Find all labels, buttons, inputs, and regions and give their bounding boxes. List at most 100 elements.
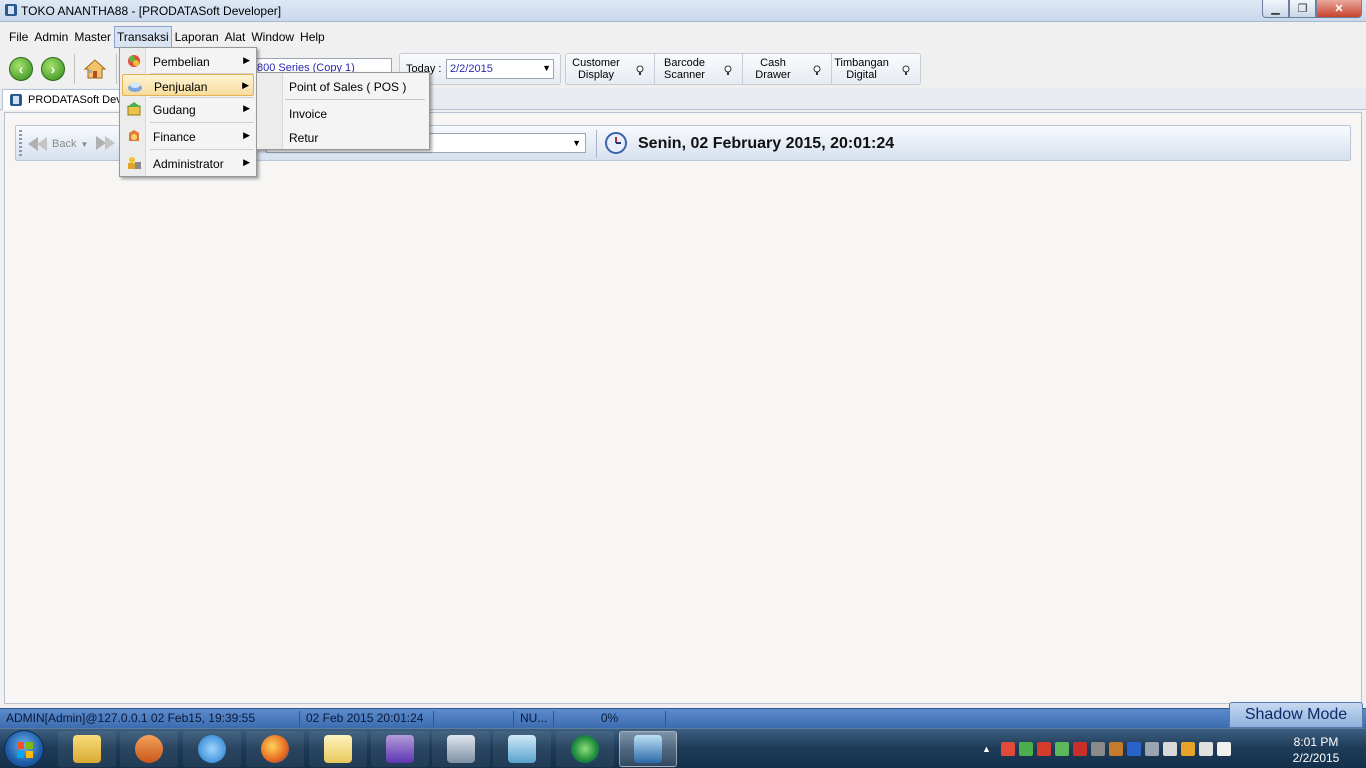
penjualan-submenu: Point of Sales ( POS ) Invoice Retur [256,72,430,150]
device-label-line1: Barcode [664,57,705,69]
menu-separator [150,149,254,150]
menu-item-retur[interactable]: Retur [259,126,427,148]
tab-prodatasoft[interactable]: PRODATASoft Dev [2,89,126,110]
tray-app-icon[interactable] [1090,742,1105,756]
taskbar-clock[interactable]: 8:01 PM 2/2/2015 [1282,734,1350,766]
chevron-down-icon[interactable]: ▼ [80,140,88,149]
editor-icon [508,735,536,763]
menu-item-penjualan[interactable]: Penjualan ▶ [122,74,254,96]
bluetooth-icon[interactable] [1126,742,1141,756]
tray-expand-icon[interactable]: ▲ [982,744,991,754]
taskbar-firefox[interactable] [246,731,304,767]
menu-item-gudang[interactable]: Gudang ▶ [122,98,254,120]
device-customer-display[interactable]: Customer Display [566,54,655,84]
status-user: ADMIN[Admin]@127.0.0.1 02 Feb15, 19:39:5… [0,711,300,727]
window-controls: ▁ ❐ ✕ [1262,0,1362,18]
tray-app-icon[interactable] [1072,742,1087,756]
submenu-arrow-icon: ▶ [243,130,250,140]
chevron-down-icon[interactable]: ▼ [542,63,551,73]
network-icon[interactable] [1180,742,1195,756]
chevron-down-icon[interactable]: ▼ [572,138,581,148]
mdi-workspace: Back ▼ ▼ Senin, 02 February 2015, 20:01:… [4,112,1362,704]
menu-item-label: Pembelian [153,55,210,69]
menu-item-label: Invoice [289,107,328,121]
bulb-icon [902,65,910,75]
tray-mail-icon[interactable] [1036,742,1051,756]
submenu-arrow-icon: ▶ [242,80,249,90]
back-button[interactable]: Back ▼ [26,134,88,154]
menu-help[interactable]: Help [297,26,328,48]
menu-item-label: Point of Sales ( POS ) [289,80,407,94]
submenu-arrow-icon: ▶ [243,157,250,167]
back-arrow-icon[interactable]: ‹ [9,57,33,81]
taskbar-editor[interactable] [493,731,551,767]
tray-app-icon[interactable] [1000,742,1015,756]
firefox-icon [261,735,289,763]
tray-app-icon[interactable] [1144,742,1159,756]
tab-label: PRODATASoft Dev [28,94,122,106]
tray-app-icon[interactable] [1216,742,1231,756]
window-title: TOKO ANANTHA88 - [PRODATASoft Developer] [21,4,282,18]
today-date-picker[interactable]: 2/2/2015 ▼ [446,59,554,79]
menu-transaksi[interactable]: Transaksi [114,26,172,48]
forward-arrow-icon[interactable] [94,134,118,152]
window-app-icon [447,735,475,763]
menu-item-finance[interactable]: Finance ▶ [122,125,254,147]
menu-master[interactable]: Master [71,26,114,48]
menu-bar: File Admin Master Transaksi Laporan Alat… [0,26,1366,48]
restore-button[interactable]: ❐ [1289,0,1316,18]
tray-app-icon[interactable] [1054,742,1069,756]
forward-arrow-icon[interactable]: › [41,57,65,81]
visual-studio-icon [386,735,414,763]
taskbar-internet-explorer[interactable] [183,731,241,767]
volume-icon[interactable] [1198,742,1213,756]
start-button[interactable] [4,730,44,768]
toolbar-separator [74,54,75,84]
device-label-line1: Cash [760,57,786,69]
bulb-icon [636,65,643,75]
menu-admin[interactable]: Admin [31,26,71,48]
app-icon [5,4,17,16]
menu-item-pembelian[interactable]: Pembelian ▶ [122,50,254,72]
menu-file[interactable]: File [6,26,31,48]
taskbar-prodatasoft[interactable] [619,731,677,767]
tray-app-icon[interactable] [1108,742,1123,756]
shadow-mode-button[interactable]: Shadow Mode [1229,702,1363,728]
taskbar-globe-app[interactable] [556,731,614,767]
device-label-line1: Customer [572,57,620,69]
pembelian-icon [128,55,140,67]
device-label-line2: Digital [846,69,877,81]
taskbar-window-app[interactable] [432,731,490,767]
menu-laporan[interactable]: Laporan [172,26,222,48]
close-button[interactable]: ✕ [1316,0,1362,18]
menu-separator [285,99,425,100]
penjualan-icon [128,82,142,92]
status-progress: 0% [554,711,666,727]
menu-item-invoice[interactable]: Invoice [259,102,427,124]
device-barcode-scanner[interactable]: Barcode Scanner [655,54,743,84]
clock-date: 2/2/2015 [1292,751,1340,765]
taskbar-visual-studio[interactable] [371,731,429,767]
taskbar-notepad[interactable] [309,731,367,767]
toolbar-grip[interactable] [19,130,22,156]
menu-alat[interactable]: Alat [222,26,249,48]
menu-item-administrator[interactable]: Administrator ▶ [122,152,254,174]
finance-icon [129,130,139,141]
status-blank [434,711,514,727]
prodatasoft-icon [634,735,662,763]
menu-item-point-of-sales[interactable]: Point of Sales ( POS ) [259,75,427,97]
status-bar: ADMIN[Admin]@127.0.0.1 02 Feb15, 19:39:5… [0,708,1366,728]
home-icon[interactable] [82,56,108,82]
tray-app-icon[interactable] [1162,742,1177,756]
menu-item-label: Retur [289,131,319,145]
tray-app-icon[interactable] [1018,742,1033,756]
menu-window[interactable]: Window [248,26,297,48]
submenu-arrow-icon: ▶ [243,55,250,65]
minimize-button[interactable]: ▁ [1262,0,1289,18]
device-timbangan-digital[interactable]: Timbangan Digital [832,54,921,84]
taskbar-explorer[interactable] [58,731,116,767]
taskbar-media-player[interactable] [120,731,178,767]
device-cash-drawer[interactable]: Cash Drawer [743,54,832,84]
notepad-icon [324,735,352,763]
system-tray: ▲ [982,737,1252,761]
